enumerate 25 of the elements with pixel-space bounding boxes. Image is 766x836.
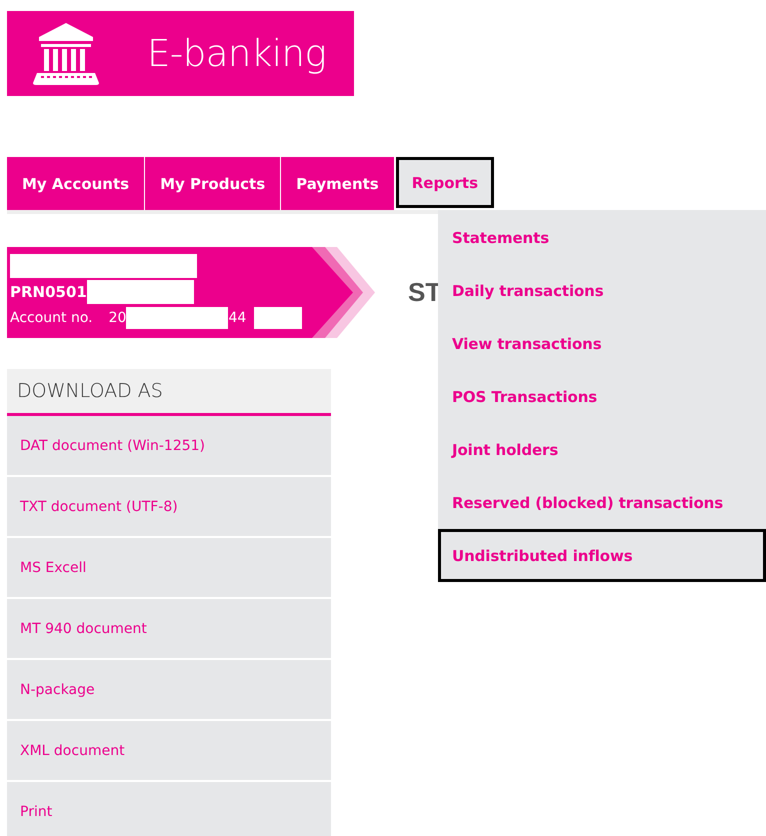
account-number-end: 44 (228, 310, 246, 326)
account-number-start: 20 (108, 310, 126, 326)
bank-icon (33, 22, 99, 84)
download-option[interactable]: N-package (7, 660, 331, 721)
nav-tab[interactable]: My Products (145, 157, 280, 210)
logo-title: E-banking (147, 32, 326, 75)
panel-heading: DOWNLOAD AS (7, 369, 331, 416)
menu-item[interactable]: Undistributed inflows (438, 529, 766, 582)
download-option[interactable]: Print (7, 782, 331, 836)
menu-item[interactable]: View transactions (438, 317, 766, 370)
client-code: PRN0501 (10, 283, 87, 301)
account-label: Account no. (10, 310, 93, 326)
redaction-mark (254, 307, 302, 329)
download-option[interactable]: DAT document (Win-1251) (7, 416, 331, 477)
menu-item[interactable]: Statements (438, 211, 766, 264)
download-option[interactable]: TXT document (UTF-8) (7, 477, 331, 538)
menu-item[interactable]: POS Transactions (438, 370, 766, 423)
download-option[interactable]: XML document (7, 721, 331, 782)
nav-tab[interactable]: Payments (281, 157, 394, 210)
nav-tab[interactable]: My Accounts (7, 157, 144, 210)
download-option[interactable]: MS Excell (7, 538, 331, 599)
download-option[interactable]: MT 940 document (7, 599, 331, 660)
nav-tab[interactable]: Reports (396, 157, 494, 208)
menu-item[interactable]: Joint holders (438, 423, 766, 476)
menu-item[interactable]: Reserved (blocked) transactions (438, 476, 766, 529)
